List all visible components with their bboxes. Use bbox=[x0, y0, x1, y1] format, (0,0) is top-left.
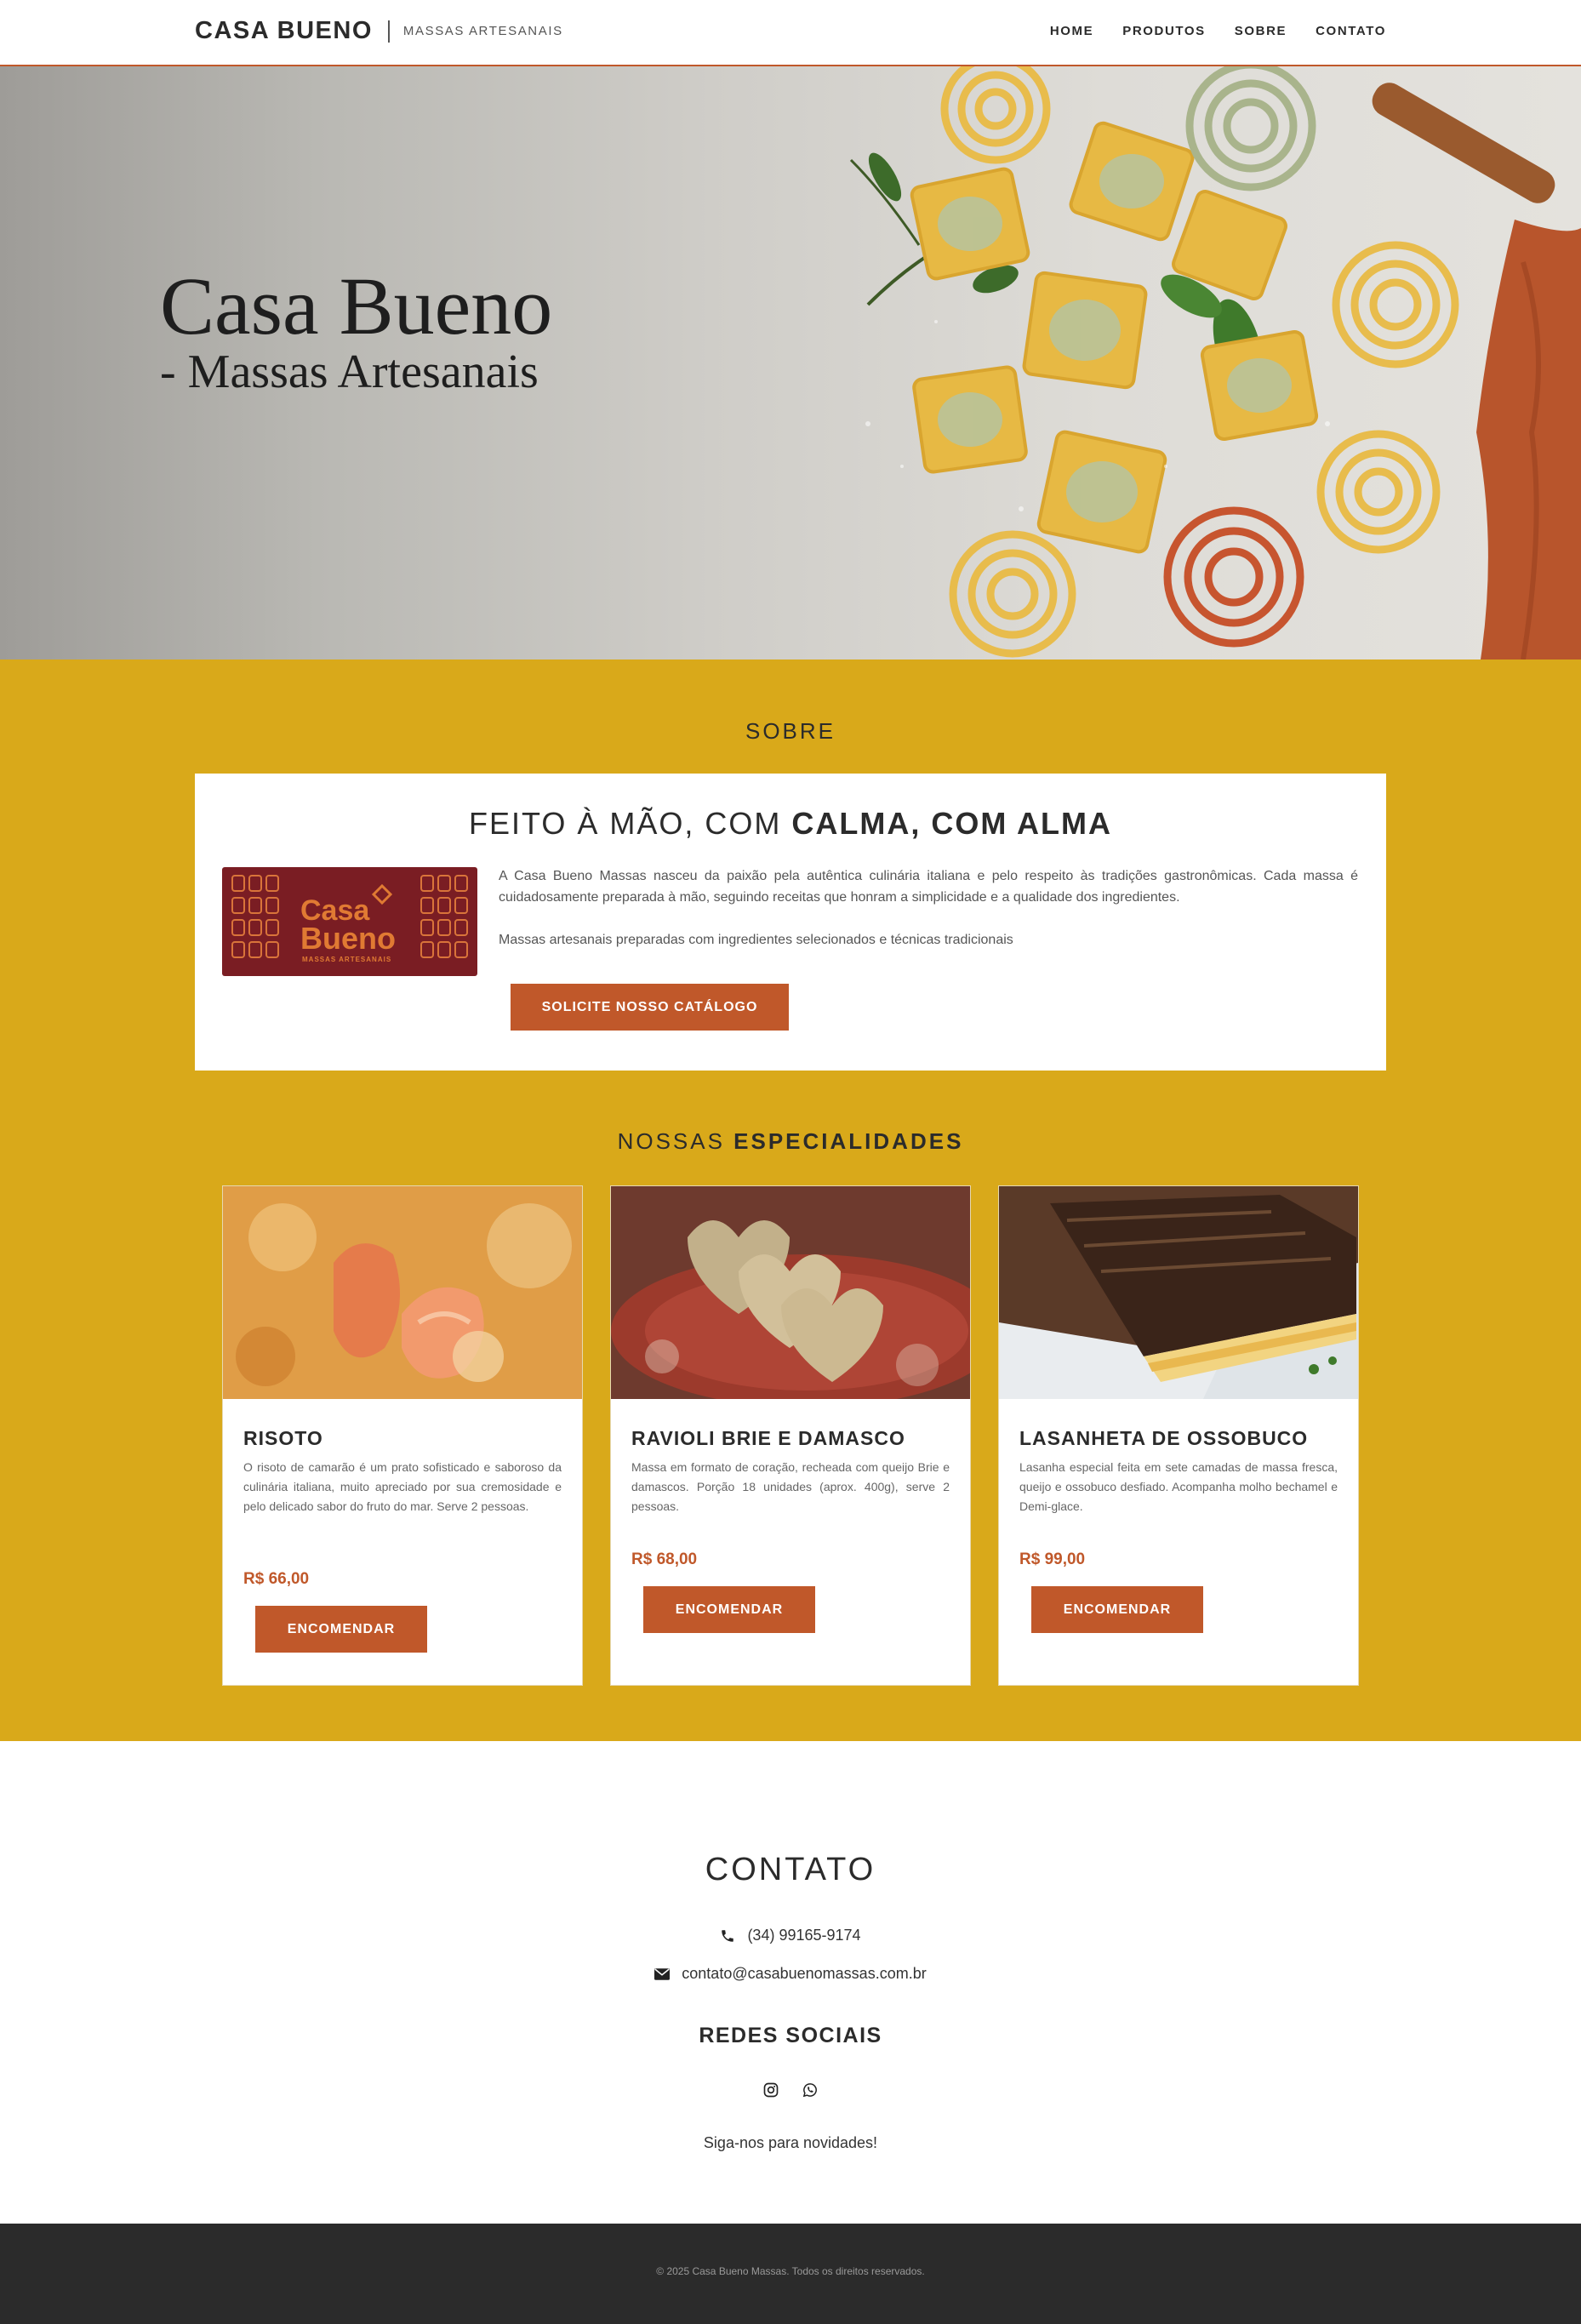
order-button-ravioli[interactable]: ENCOMENDAR bbox=[643, 1586, 815, 1633]
instagram-icon[interactable] bbox=[763, 2082, 779, 2098]
order-button-lasanheta[interactable]: ENCOMENDAR bbox=[1031, 1586, 1203, 1633]
phone-number[interactable]: (34) 99165-9174 bbox=[747, 1927, 860, 1944]
product-desc-risoto: O risoto de camarão é um prato sofistica… bbox=[243, 1460, 562, 1513]
product-title-lasanheta: LASANHETA DE OSSOBUCO bbox=[1019, 1427, 1309, 1449]
main-nav: HOME PRODUTOS SOBRE CONTATO bbox=[1050, 24, 1386, 38]
product-desc-ravioli: Massa em formato de coração, recheada co… bbox=[631, 1460, 950, 1513]
product-card-ravioli: RAVIOLI BRIE E DAMASCO Massa em formato … bbox=[610, 1185, 971, 1686]
order-button-risoto[interactable]: ENCOMENDAR bbox=[255, 1606, 427, 1653]
nav-contato[interactable]: CONTATO bbox=[1316, 24, 1386, 38]
brand-name: CASA BUENO bbox=[195, 17, 373, 44]
catalog-request-button[interactable]: SOLICITE NOSSO CATÁLOGO bbox=[511, 984, 789, 1031]
hero-title-main: Casa Bueno bbox=[160, 260, 553, 351]
social-links bbox=[0, 2082, 1581, 2098]
nav-produtos[interactable]: PRODUTOS bbox=[1122, 24, 1206, 38]
envelope-icon bbox=[654, 1967, 671, 1980]
casa-bueno-logo: Casa Bueno MASSAS ARTESANAIS bbox=[222, 867, 477, 976]
about-card: FEITO À MÃO, COM CALMA, COM ALMA Casa Bu… bbox=[195, 774, 1386, 1071]
logo-leaf-icon bbox=[371, 883, 393, 905]
specialties-label-light: NOSSAS bbox=[617, 1128, 734, 1154]
product-card-risoto: RISOTO O risoto de camarão é um prato so… bbox=[222, 1185, 583, 1686]
about-paragraph-2: Massas artesanais preparadas com ingredi… bbox=[499, 933, 1013, 947]
product-desc-lasanheta: Lasanha especial feita em sete camadas d… bbox=[1019, 1460, 1338, 1513]
hero-banner: Casa Bueno - Massas Artesanais bbox=[0, 66, 1581, 660]
whatsapp-icon[interactable] bbox=[802, 2082, 818, 2098]
risoto-image bbox=[223, 1186, 582, 1399]
contact-phone: (34) 99165-9174 bbox=[0, 1927, 1581, 1944]
logo-text-sub: MASSAS ARTESANAIS bbox=[302, 956, 391, 963]
contact-title: CONTATO bbox=[705, 1852, 876, 1887]
about-heading-bold: CALMA, COM ALMA bbox=[791, 806, 1112, 841]
site-footer: © 2025 Casa Bueno Massas. Todos os direi… bbox=[0, 2224, 1581, 2324]
logo-pattern: Casa Bueno MASSAS ARTESANAIS bbox=[231, 875, 468, 963]
hero-title-sub: - Massas Artesanais bbox=[160, 345, 539, 398]
contact-email: contato@casabuenomassas.com.br bbox=[0, 1965, 1581, 1983]
nav-home[interactable]: HOME bbox=[1050, 24, 1093, 38]
about-heading: FEITO À MÃO, COM CALMA, COM ALMA bbox=[195, 806, 1386, 842]
social-title: REDES SOCIAIS bbox=[699, 2024, 882, 2047]
hero-title: Casa Bueno - Massas Artesanais bbox=[160, 264, 552, 397]
about-section: SOBRE FEITO À MÃO, COM CALMA, COM ALMA C… bbox=[0, 660, 1581, 1741]
product-card-lasanheta: LASANHETA DE OSSOBUCO Lasanha especial f… bbox=[998, 1185, 1359, 1686]
product-title-ravioli: RAVIOLI BRIE E DAMASCO bbox=[631, 1427, 905, 1449]
specialties-label: NOSSAS ESPECIALIDADES bbox=[0, 1128, 1581, 1155]
brand-divider bbox=[387, 20, 390, 43]
ravioli-image bbox=[611, 1186, 970, 1399]
about-section-label: SOBRE bbox=[745, 718, 836, 744]
email-address[interactable]: contato@casabuenomassas.com.br bbox=[682, 1965, 926, 1983]
about-text: A Casa Bueno Massas nasceu da paixão pel… bbox=[499, 865, 1358, 951]
product-price-lasanheta: R$ 99,00 bbox=[1019, 1550, 1086, 1568]
product-price-risoto: R$ 66,00 bbox=[243, 1570, 310, 1588]
logo-text-bueno: Bueno bbox=[300, 921, 396, 956]
product-price-ravioli: R$ 68,00 bbox=[631, 1550, 698, 1568]
phone-icon bbox=[722, 1929, 734, 1942]
about-paragraph-1: A Casa Bueno Massas nasceu da paixão pel… bbox=[499, 869, 1358, 905]
site-header: CASA BUENO MASSAS ARTESANAIS HOME PRODUT… bbox=[0, 0, 1581, 66]
specialties-label-bold: ESPECIALIDADES bbox=[733, 1128, 964, 1154]
brand[interactable]: CASA BUENO MASSAS ARTESANAIS bbox=[195, 17, 563, 45]
footer-copyright: © 2025 Casa Bueno Massas. Todos os direi… bbox=[656, 2265, 925, 2277]
lasanheta-image bbox=[999, 1186, 1358, 1399]
follow-text: Siga-nos para novidades! bbox=[703, 2134, 878, 2151]
product-title-risoto: RISOTO bbox=[243, 1427, 323, 1449]
brand-tagline: MASSAS ARTESANAIS bbox=[402, 24, 563, 38]
about-heading-light: FEITO À MÃO, COM bbox=[469, 806, 792, 841]
nav-sobre[interactable]: SOBRE bbox=[1235, 24, 1287, 38]
